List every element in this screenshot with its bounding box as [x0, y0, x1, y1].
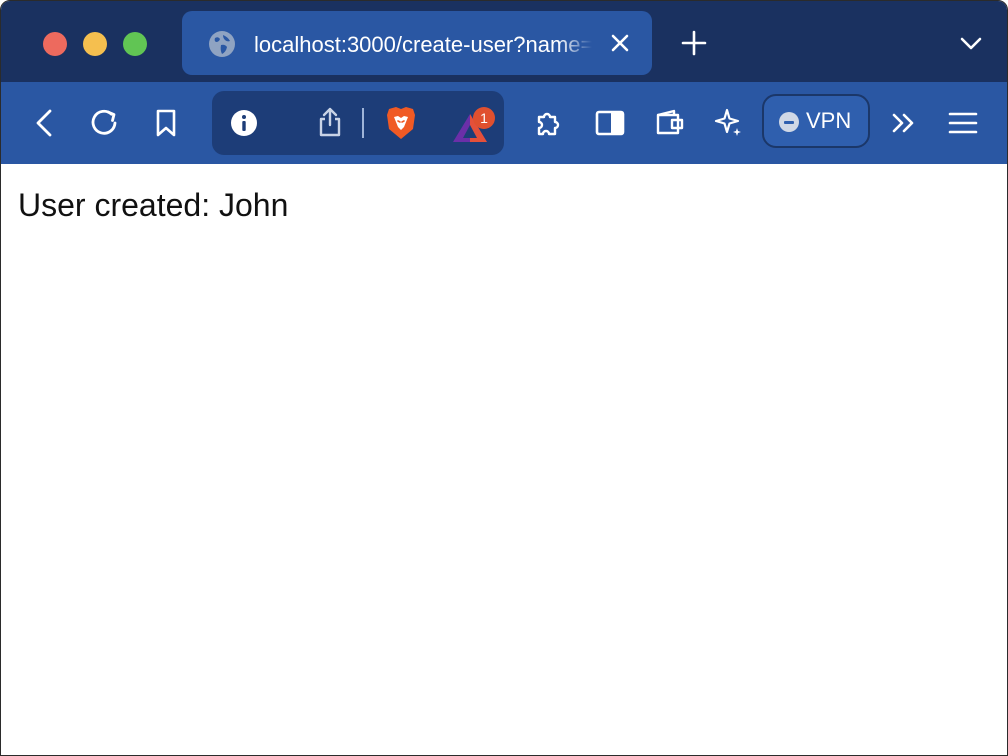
address-bar-divider: [362, 108, 364, 138]
close-icon[interactable]: [609, 32, 631, 54]
info-icon[interactable]: [228, 107, 260, 139]
vpn-status-icon: [779, 112, 799, 132]
window-maximize-button[interactable]: [123, 32, 147, 56]
share-icon[interactable]: [314, 106, 346, 138]
globe-icon: [207, 29, 237, 59]
reload-icon[interactable]: [89, 107, 121, 139]
window-minimize-button[interactable]: [83, 32, 107, 56]
page-content: User created: John: [1, 164, 1007, 755]
user-created-message: User created: John: [18, 187, 289, 223]
browser-window: localhost:3000/create-user?name=John: [0, 0, 1008, 756]
tab-title: localhost:3000/create-user?name=John: [254, 32, 592, 57]
brave-shields-icon[interactable]: [384, 105, 418, 141]
vpn-button[interactable]: VPN: [762, 94, 870, 148]
tab-strip: localhost:3000/create-user?name=John: [1, 1, 1007, 82]
toolbar: 1 VPN: [1, 82, 1007, 164]
address-bar[interactable]: 1: [212, 91, 504, 155]
wallet-icon[interactable]: [654, 107, 686, 139]
vpn-label: VPN: [806, 108, 852, 133]
more-tools-icon[interactable]: [888, 107, 920, 139]
window-close-button[interactable]: [43, 32, 67, 56]
sidebar-icon[interactable]: [594, 107, 626, 139]
rewards-badge: 1: [473, 107, 495, 129]
leo-ai-icon[interactable]: [713, 107, 745, 139]
back-icon[interactable]: [29, 107, 61, 139]
menu-icon[interactable]: [947, 107, 979, 139]
tab-active[interactable]: localhost:3000/create-user?name=John: [182, 11, 652, 75]
plus-icon[interactable]: [681, 30, 707, 56]
bookmark-icon[interactable]: [150, 107, 182, 139]
extensions-icon[interactable]: [533, 107, 565, 139]
chevron-down-icon[interactable]: [959, 31, 983, 55]
